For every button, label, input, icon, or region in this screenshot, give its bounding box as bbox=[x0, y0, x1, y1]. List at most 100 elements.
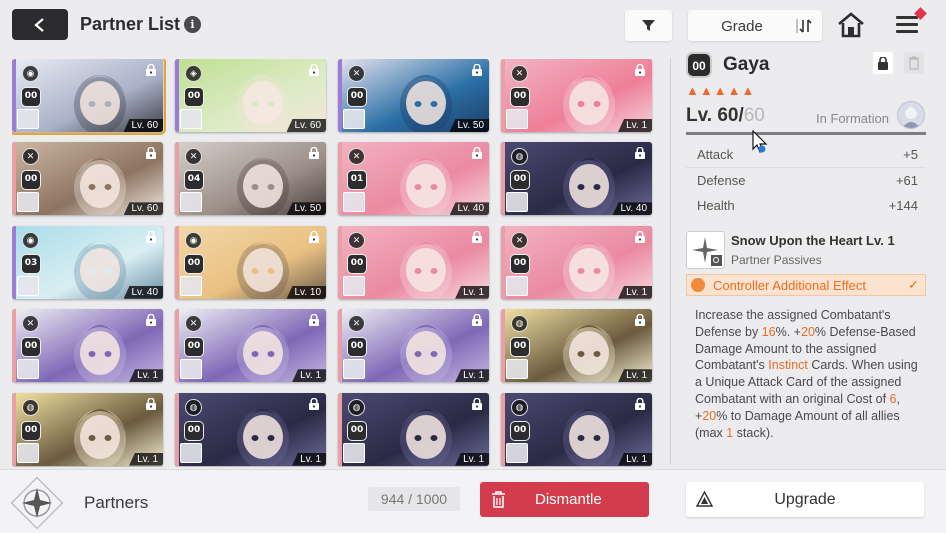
partner-card[interactable]: ✕ 01 Lv. 40 bbox=[338, 142, 489, 216]
home-icon[interactable] bbox=[836, 11, 866, 39]
controller-effect-label: Controller Additional Effect bbox=[713, 278, 866, 293]
partner-card[interactable]: ✕ 00 Lv. 1 bbox=[338, 309, 489, 383]
rank-badge: 00 bbox=[347, 253, 367, 274]
desc-highlight: 20 bbox=[801, 324, 815, 339]
lock-icon[interactable] bbox=[472, 314, 482, 327]
role-icon: ✕ bbox=[511, 231, 528, 249]
equipped-by-avatar bbox=[343, 275, 365, 296]
partner-count: 944 / 1000 bbox=[368, 487, 460, 511]
filter-button[interactable] bbox=[625, 10, 672, 41]
partner-card[interactable]: ◍ 00 Lv. 40 bbox=[501, 142, 652, 216]
rank-badge: 00 bbox=[184, 87, 204, 107]
sort-order-icon[interactable] bbox=[796, 17, 814, 35]
trash-icon bbox=[492, 491, 505, 508]
lock-icon[interactable] bbox=[635, 64, 645, 76]
partner-card[interactable]: ◈ 00 Lv. 60 bbox=[175, 59, 326, 132]
lock-icon[interactable] bbox=[635, 147, 645, 160]
partner-card[interactable]: ✕ 00 Lv. 50 bbox=[338, 59, 489, 132]
lock-icon[interactable] bbox=[309, 147, 319, 160]
rank-badge: 00 bbox=[347, 420, 367, 441]
partner-card[interactable]: ◍ 00 Lv. 1 bbox=[338, 392, 489, 466]
partner-card[interactable]: ✕ 00 Lv. 1 bbox=[501, 59, 652, 132]
rank-badge: 00 bbox=[347, 337, 367, 358]
lock-icon[interactable] bbox=[309, 314, 319, 327]
rarity-strip bbox=[12, 225, 16, 299]
page-title: Partner List bbox=[80, 14, 181, 34]
lock-icon[interactable] bbox=[146, 314, 156, 327]
level-label: Lv. 50 bbox=[286, 202, 326, 216]
menu-icon[interactable] bbox=[893, 7, 927, 39]
level-display: Lv. 60/60 bbox=[686, 105, 765, 127]
stat-value: +61 bbox=[895, 173, 918, 188]
lock-icon bbox=[878, 56, 888, 70]
rarity-strip bbox=[338, 142, 342, 216]
info-icon[interactable]: i bbox=[184, 16, 201, 33]
rank-badge: 00 bbox=[510, 253, 530, 274]
partner-card[interactable]: ◉ 03 Lv. 40 bbox=[12, 225, 163, 299]
partner-card[interactable]: ◍ 00 Lv. 1 bbox=[12, 392, 163, 466]
lock-icon[interactable] bbox=[635, 397, 645, 410]
lock-icon[interactable] bbox=[146, 397, 156, 410]
role-icon: ✕ bbox=[348, 65, 365, 82]
rank-badge: 00 bbox=[21, 170, 41, 191]
partner-card[interactable]: ✕ 00 Lv. 1 bbox=[338, 225, 489, 299]
partner-card[interactable]: ✕ 00 Lv. 60 bbox=[12, 142, 163, 216]
desc-highlight: 16 bbox=[761, 324, 776, 339]
level-progress-bar bbox=[686, 132, 926, 135]
rarity-strip bbox=[338, 225, 342, 299]
equipped-by-avatar bbox=[17, 275, 39, 296]
lock-icon[interactable] bbox=[472, 230, 482, 243]
lock-icon[interactable] bbox=[146, 230, 156, 243]
equipped-by-avatar bbox=[17, 359, 39, 380]
upgrade-button[interactable]: Upgrade bbox=[686, 482, 924, 517]
partner-card[interactable]: ◍ 00 Lv. 1 bbox=[175, 392, 326, 466]
passive-skill-icon[interactable] bbox=[686, 231, 725, 269]
partner-card[interactable]: ◉ 00 Lv. 10 bbox=[175, 225, 326, 299]
level-label: Lv. 10 bbox=[286, 285, 326, 299]
lock-icon[interactable] bbox=[309, 397, 319, 410]
bottom-bar: Partners 944 / 1000 Dismantle Upgrade bbox=[0, 469, 946, 533]
equipped-by-avatar bbox=[343, 359, 365, 380]
lock-toggle-button[interactable] bbox=[873, 52, 893, 74]
back-arrow-icon bbox=[34, 17, 44, 32]
equipped-by-avatar bbox=[180, 192, 202, 213]
controller-effect-toggle[interactable]: Controller Additional Effect ✓ bbox=[686, 274, 926, 296]
rarity-strip bbox=[338, 59, 342, 132]
lock-icon[interactable] bbox=[309, 64, 319, 76]
partner-card[interactable]: ✕ 00 Lv. 1 bbox=[12, 309, 163, 383]
sort-grade-button[interactable]: Grade bbox=[688, 10, 822, 41]
lock-icon[interactable] bbox=[472, 147, 482, 160]
dismantle-button[interactable]: Dismantle bbox=[480, 482, 649, 517]
role-icon: ◍ bbox=[185, 398, 202, 416]
equipped-by-avatar bbox=[17, 192, 39, 213]
partner-card[interactable]: ◉ 00 Lv. 60 bbox=[12, 59, 166, 135]
stat-row-defense: Defense +61 bbox=[686, 168, 926, 193]
role-icon: ◉ bbox=[185, 231, 202, 249]
lock-icon[interactable] bbox=[146, 64, 156, 76]
back-button[interactable] bbox=[12, 9, 68, 40]
rank-badge: 00 bbox=[510, 170, 530, 191]
partner-name: Gaya bbox=[723, 54, 770, 75]
partner-card[interactable]: ◍ 00 Lv. 1 bbox=[501, 309, 652, 383]
lock-icon[interactable] bbox=[146, 147, 156, 160]
discard-button[interactable] bbox=[904, 52, 924, 74]
partner-card[interactable]: ✕ 00 Lv. 1 bbox=[175, 309, 326, 383]
level-label: Lv. 60 bbox=[123, 202, 163, 216]
role-icon: ✕ bbox=[348, 231, 365, 249]
partner-card[interactable]: ✕ 04 Lv. 50 bbox=[175, 142, 326, 216]
lock-icon[interactable] bbox=[309, 230, 319, 243]
lock-icon[interactable] bbox=[635, 230, 645, 243]
partner-card[interactable]: ◍ 00 Lv. 1 bbox=[501, 392, 652, 466]
rarity-strip bbox=[338, 392, 342, 466]
lock-icon[interactable] bbox=[635, 314, 645, 327]
mouse-cursor-icon bbox=[752, 130, 768, 153]
partner-grid: ◉ 00 Lv. 60 ◈ 00 Lv. 60 ✕ 00 Lv. 50 ✕ 00 Lv. 1 ✕ 00 Lv… bbox=[12, 59, 662, 467]
partner-card[interactable]: ✕ 00 Lv. 1 bbox=[501, 225, 652, 299]
lock-icon[interactable] bbox=[472, 64, 482, 76]
formation-avatar[interactable] bbox=[897, 101, 925, 129]
rarity-strip bbox=[175, 225, 179, 299]
rank-badge: 00 bbox=[21, 420, 41, 441]
stat-name: Attack bbox=[697, 147, 734, 162]
rarity-strip bbox=[12, 59, 16, 132]
lock-icon[interactable] bbox=[472, 397, 482, 410]
